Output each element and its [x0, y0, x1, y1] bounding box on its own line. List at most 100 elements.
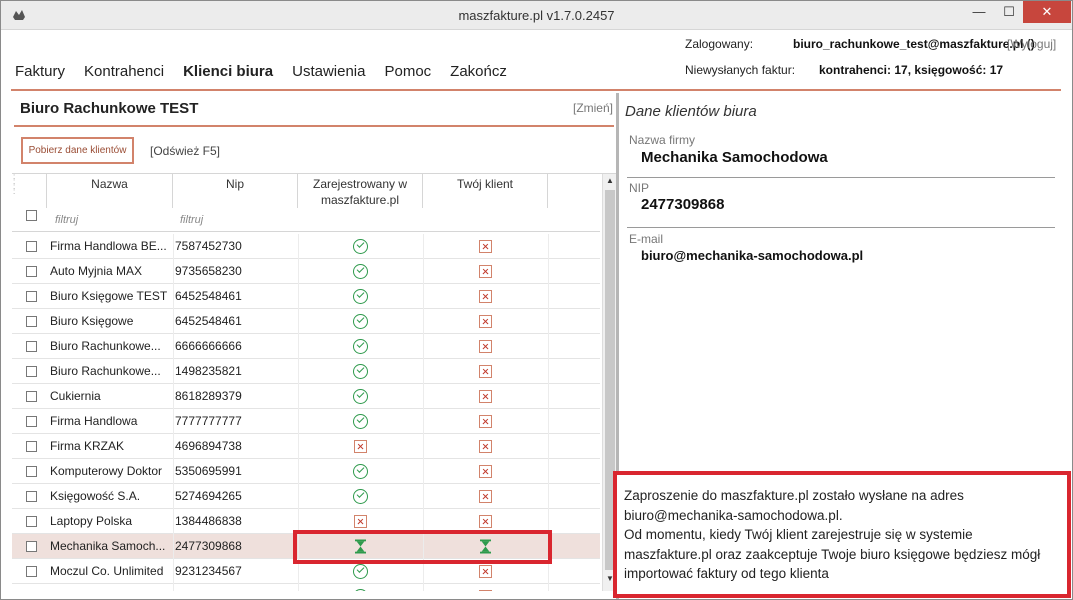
column-header-registered[interactable]: Zarejestrowany w maszfakture.pl — [298, 174, 423, 208]
grid-column-line — [548, 434, 549, 459]
table-row[interactable]: Biuro Rachunkowe... 6666666666 — [12, 334, 600, 359]
table-row[interactable]: Piekarnia9616499717 — [12, 584, 600, 591]
row-checkbox[interactable] — [26, 466, 37, 477]
cell-registered — [298, 459, 423, 484]
column-header-nip[interactable]: Nip — [173, 174, 298, 208]
row-checkbox[interactable] — [26, 291, 37, 302]
grid-header: :::: Nazwa Nip Zarejestrowany w maszfakt… — [12, 174, 600, 232]
nip-filter-input[interactable]: filtruj — [180, 214, 203, 226]
grid-column-line — [298, 584, 299, 591]
row-checkbox[interactable] — [26, 416, 37, 427]
row-checkbox[interactable] — [26, 516, 37, 527]
cell-your-client — [423, 259, 548, 284]
table-row[interactable]: Biuro Księgowe TEST 6452548461 — [12, 284, 600, 309]
message-line: Zaproszenie do maszfakture.pl zostało wy… — [624, 488, 964, 503]
menu-item-1[interactable]: Kontrahenci — [84, 63, 164, 80]
email-label: E-mail — [629, 232, 664, 246]
menu-item-2[interactable]: Klienci biura — [183, 63, 273, 80]
field-separator — [627, 227, 1055, 228]
grid-column-line — [173, 459, 174, 484]
row-checkbox[interactable] — [26, 566, 37, 577]
minimize-button[interactable]: — — [964, 1, 994, 23]
table-row[interactable]: Firma Handlowa 7777777777 — [12, 409, 600, 434]
cell-registered — [298, 334, 423, 359]
check-circle-icon — [353, 464, 368, 479]
menu-item-3[interactable]: Ustawienia — [292, 63, 365, 80]
row-checkbox[interactable] — [26, 316, 37, 327]
menu-item-5[interactable]: Zakończ — [450, 63, 507, 80]
cell-registered — [298, 309, 423, 334]
table-row[interactable]: Biuro Księgowe 6452548461 — [12, 309, 600, 334]
check-circle-icon — [353, 339, 368, 354]
title-bar[interactable]: maszfakture.pl v1.7.0.2457 — ☐ ✕ — [1, 1, 1072, 30]
grid-column-line — [298, 309, 299, 334]
cell-your-client — [423, 359, 548, 384]
column-header-name[interactable]: Nazwa — [47, 174, 173, 208]
select-all-checkbox[interactable] — [26, 210, 37, 221]
cell-your-client — [423, 334, 548, 359]
grid-column-line — [298, 409, 299, 434]
table-row[interactable]: Komputerowy Doktor 5350695991 — [12, 459, 600, 484]
row-checkbox[interactable] — [26, 541, 37, 552]
table-row[interactable]: Firma Handlowa BE... 7587452730 — [12, 234, 600, 259]
close-button[interactable]: ✕ — [1023, 1, 1071, 23]
cell-nip: 8618289379 — [175, 389, 242, 403]
menu-item-4[interactable]: Pomoc — [384, 63, 431, 80]
grid-column-line — [423, 359, 424, 384]
cell-nip: 4696894738 — [175, 439, 242, 453]
company-name-value: Mechanika Samochodowa — [641, 149, 828, 166]
row-checkbox[interactable] — [26, 266, 37, 277]
cell-nip: 1384486838 — [175, 514, 242, 528]
grid-column-line — [173, 434, 174, 459]
table-row[interactable]: Auto Myjnia MAX 9735658230 — [12, 259, 600, 284]
cell-nip: 2477309868 — [175, 539, 242, 553]
check-circle-icon — [353, 489, 368, 504]
cross-box-icon — [479, 390, 492, 403]
cross-box-icon — [479, 265, 492, 278]
cell-your-client — [423, 384, 548, 409]
logout-link[interactable]: [Wyloguj] — [1007, 37, 1056, 51]
refresh-link[interactable]: [Odśwież F5] — [150, 144, 220, 158]
row-checkbox[interactable] — [26, 391, 37, 402]
row-checkbox[interactable] — [26, 491, 37, 502]
check-circle-icon — [353, 264, 368, 279]
table-row[interactable]: Biuro Rachunkowe... 1498235821 — [12, 359, 600, 384]
table-row[interactable]: Cukiernia 8618289379 — [12, 384, 600, 409]
grid-column-line — [548, 334, 549, 359]
scroll-up-icon[interactable]: ▲ — [603, 174, 616, 188]
grid-column-line — [298, 259, 299, 284]
cross-box-icon — [479, 440, 492, 453]
menu-item-0[interactable]: Faktury — [15, 63, 65, 80]
cell-nip: 1498235821 — [175, 364, 242, 378]
cell-nip: 6452548461 — [175, 314, 242, 328]
name-filter-input[interactable]: filtruj — [55, 214, 78, 226]
cross-box-icon — [479, 415, 492, 428]
table-row[interactable]: Firma KRZAK 4696894738 — [12, 434, 600, 459]
logged-in-label: Zalogowany: — [685, 37, 754, 51]
grid-column-line — [173, 484, 174, 509]
maximize-button[interactable]: ☐ — [994, 1, 1024, 23]
field-separator — [627, 177, 1055, 178]
cell-name: Księgowość S.A. — [50, 489, 141, 503]
cell-name: Biuro Rachunkowe... — [50, 339, 161, 353]
cell-name: Cukiernia — [50, 389, 101, 403]
cell-your-client — [423, 309, 548, 334]
fetch-clients-button[interactable]: Pobierz dane klientów — [21, 137, 134, 164]
row-checkbox[interactable] — [26, 366, 37, 377]
row-checkbox[interactable] — [26, 241, 37, 252]
cell-nip: 7587452730 — [175, 239, 242, 253]
check-circle-icon — [353, 414, 368, 429]
column-header-your-client[interactable]: Twój klient — [423, 174, 548, 208]
row-checkbox[interactable] — [26, 441, 37, 452]
table-row[interactable]: Księgowość S.A. 5274694265 — [12, 484, 600, 509]
row-checkbox[interactable] — [26, 341, 37, 352]
cell-your-client — [423, 584, 548, 591]
main-menu: Faktury Kontrahenci Klienci biura Ustawieni… — [15, 63, 526, 80]
grid-column-line — [423, 409, 424, 434]
cell-your-client — [423, 484, 548, 509]
cell-registered — [298, 584, 423, 591]
grid-column-line — [173, 259, 174, 284]
grid-column-line — [298, 484, 299, 509]
cell-registered — [298, 234, 423, 259]
change-office-link[interactable]: [Zmień] — [573, 101, 613, 115]
